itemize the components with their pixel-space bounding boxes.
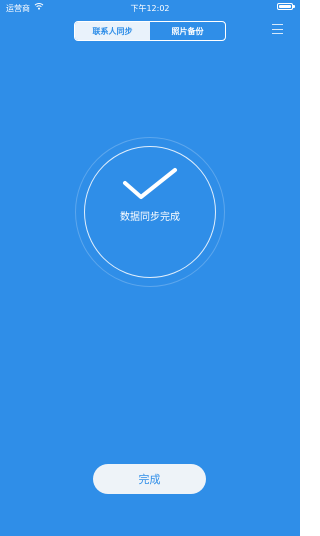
status-time: 下午12:02 [130, 4, 170, 13]
finish-button[interactable]: 完成 [93, 464, 206, 494]
checkmark-icon [123, 168, 177, 199]
tab-photo-backup[interactable]: 照片备份 [150, 22, 225, 40]
status-bar: 运营商 下午12:02 [0, 0, 300, 14]
battery-icon [277, 3, 295, 10]
sync-complete-text: 数据同步完成 [120, 212, 180, 223]
tab-contacts-sync[interactable]: 联系人同步 [75, 22, 150, 40]
tab-switcher: 联系人同步 照片备份 [74, 21, 226, 41]
hamburger-menu-icon[interactable] [272, 24, 283, 34]
sync-complete-screen: 运营商 下午12:02 联系人同步 照片备份 数据同步完成 完成 [0, 0, 300, 536]
